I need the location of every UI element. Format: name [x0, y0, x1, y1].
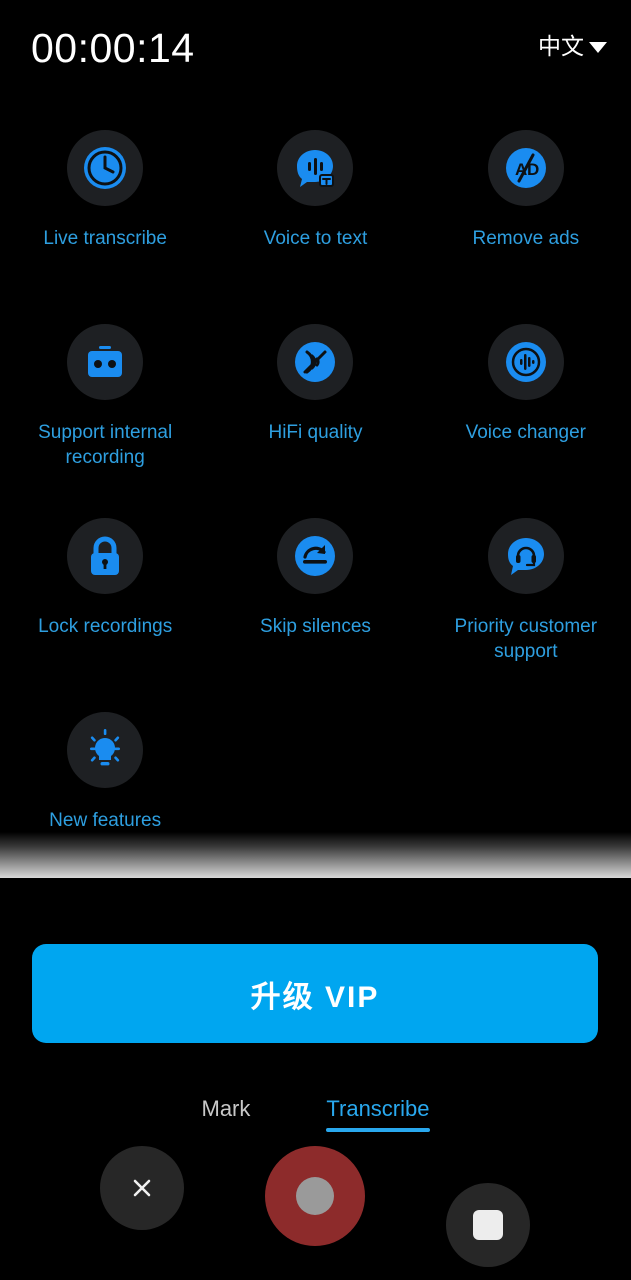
gradient-divider: [0, 832, 631, 878]
chevron-down-icon: [589, 42, 607, 53]
close-icon: [133, 1179, 151, 1197]
feature-remove-ads[interactable]: A D Remove ads: [421, 118, 631, 312]
feature-label: Priority customer support: [454, 616, 598, 662]
feature-voice-to-text[interactable]: Voice to text: [210, 118, 420, 312]
tab-mark[interactable]: Mark: [202, 1094, 251, 1132]
language-label: 中文: [538, 33, 584, 59]
feature-label: Voice to text: [263, 228, 368, 249]
recorder-screen: 00:00:14 中文 Live transcribe Voice to tex…: [0, 0, 631, 1280]
feature-label: Lock recordings: [38, 616, 173, 637]
language-selector[interactable]: 中文: [538, 32, 607, 60]
feature-label: HiFi quality: [268, 422, 363, 443]
upgrade-vip-label: 升级 VIP: [250, 980, 380, 1014]
lightbulb-icon: [67, 712, 144, 788]
hifi-wave-icon: [277, 324, 354, 400]
stop-square-icon: [473, 1210, 503, 1240]
feature-voice-changer[interactable]: Voice changer: [421, 312, 631, 506]
no-ads-icon: A D: [487, 130, 564, 206]
skip-forward-arc-icon: [277, 518, 354, 594]
header-bar: 00:00:14 中文: [0, 0, 631, 92]
lock-icon: [67, 518, 144, 594]
upgrade-vip-button[interactable]: 升级 VIP: [32, 944, 598, 1043]
feature-label: Voice changer: [465, 422, 587, 443]
feature-hifi-quality[interactable]: HiFi quality: [210, 312, 420, 506]
recording-controls: [0, 1146, 631, 1267]
record-button[interactable]: [265, 1146, 365, 1246]
record-dot-icon: [296, 1177, 334, 1215]
stop-button[interactable]: [446, 1183, 530, 1267]
headset-bubble-icon: [487, 518, 564, 594]
mode-tabs: Mark Transcribe: [0, 1094, 631, 1132]
feature-internal-recording[interactable]: Support internal recording: [0, 312, 210, 506]
feature-label: Remove ads: [472, 228, 580, 249]
feature-lock-recordings[interactable]: Lock recordings: [0, 506, 210, 700]
feature-skip-silences[interactable]: Skip silences: [210, 506, 420, 700]
feature-label: Skip silences: [260, 616, 371, 637]
voice-changer-icon: [487, 324, 564, 400]
feature-grid: Live transcribe Voice to text A D Remove…: [0, 118, 631, 894]
cancel-button[interactable]: [100, 1146, 184, 1230]
cassette-tape-icon: [67, 324, 144, 400]
clock-icon: [67, 130, 144, 206]
feature-label: Support internal recording: [38, 422, 173, 468]
feature-label: Live transcribe: [43, 228, 167, 249]
feature-priority-support[interactable]: Priority customer support: [421, 506, 631, 700]
recording-timer: 00:00:14: [31, 25, 195, 71]
speech-waveform-text-icon: [277, 130, 354, 206]
feature-live-transcribe[interactable]: Live transcribe: [0, 118, 210, 312]
feature-label: New features: [49, 810, 162, 831]
tab-transcribe[interactable]: Transcribe: [326, 1094, 430, 1132]
